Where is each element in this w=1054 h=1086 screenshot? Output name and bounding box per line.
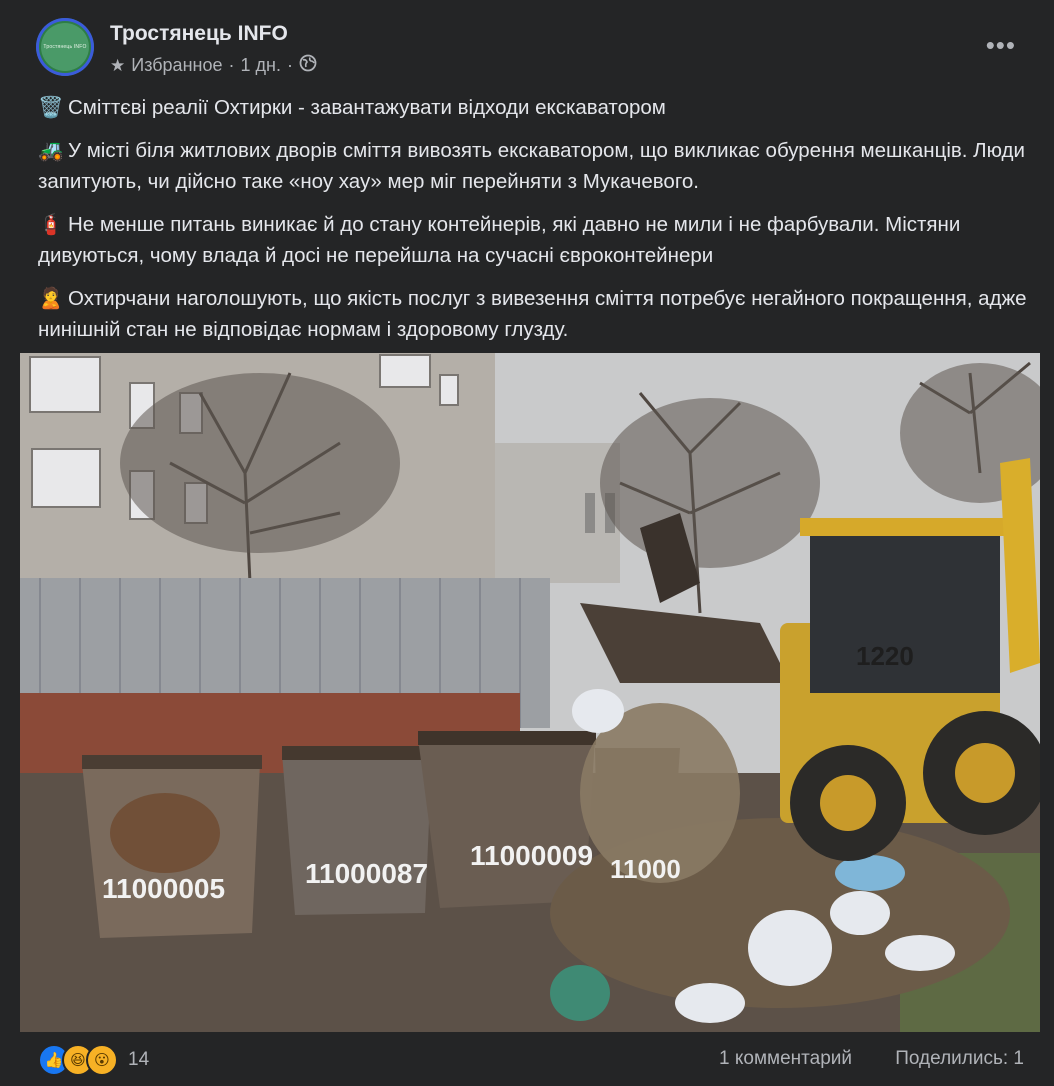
post-time-link[interactable]: 1 дн. <box>240 55 280 76</box>
paragraph-text: Охтирчани наголошують, що якість послуг … <box>38 287 1027 341</box>
post-paragraph: 🚜 У місті біля житлових дворів сміття вив… <box>38 135 1028 197</box>
loader-label: 1220 <box>856 641 914 671</box>
container-number: 11000005 <box>102 873 225 904</box>
paragraph-text: У місті біля житлових дворів сміття виво… <box>38 139 1025 193</box>
post-paragraph: 🧯 Не менше питань виникає й до стану конт… <box>38 209 1028 271</box>
bin-icon: 🧯 <box>38 213 64 236</box>
garbage-container <box>282 746 434 915</box>
reactions-summary[interactable]: 👍 😆 😮 14 <box>38 1044 149 1076</box>
avatar-logo-text: Тростянець INFO <box>43 44 87 50</box>
post-meta: ★ Избранное · 1 дн. · <box>110 54 317 77</box>
comments-count-link[interactable]: 1 комментарий <box>719 1048 852 1070</box>
paragraph-text: Сміттєві реалії Охтирки - завантажувати … <box>68 96 666 119</box>
page-avatar[interactable]: Тростянець INFO <box>36 18 94 76</box>
post-paragraph: 🗑️ Сміттєві реалії Охтирки - завантажуват… <box>38 92 1028 123</box>
avatar-logo: Тростянець INFO <box>41 23 89 71</box>
meta-separator: · <box>228 55 235 75</box>
post-footer: 👍 😆 😮 14 1 комментарий Поделились: 1 <box>38 1040 1024 1078</box>
shares-count-link[interactable]: Поделились: 1 <box>895 1048 1024 1070</box>
container-number: 11000009 <box>470 840 593 871</box>
garbage-container <box>82 755 262 938</box>
post-header: Тростянець INFO Тростянець INFO ★ Избран… <box>36 18 1034 82</box>
page-name-link[interactable]: Тростянець INFO <box>110 22 288 46</box>
meta-separator: · <box>286 55 293 75</box>
star-icon: ★ <box>110 55 126 75</box>
post-paragraph: 🙎 Охтирчани наголошують, що якість послуг… <box>38 283 1028 345</box>
container-number: 11000 <box>610 854 681 884</box>
post-card: Тростянець INFO Тростянець INFO ★ Избран… <box>0 0 1054 1086</box>
reaction-count: 14 <box>128 1049 150 1070</box>
more-options-icon[interactable]: ••• <box>986 30 1016 61</box>
tractor-icon: 🚜 <box>38 139 64 162</box>
post-text: 🗑️ Сміттєві реалії Охтирки - завантажуват… <box>38 92 1028 357</box>
container-number: 11000087 <box>305 858 428 889</box>
paragraph-text: Не менше питань виникає й до стану конте… <box>38 213 961 267</box>
post-photo[interactable]: 1220 11000005 11000087 11000009 11000 <box>20 353 1040 1032</box>
globe-icon[interactable] <box>299 54 317 77</box>
favorite-label: Избранное <box>131 55 223 75</box>
wastebasket-icon: 🗑️ <box>38 96 64 119</box>
wow-icon: 😮 <box>86 1044 118 1076</box>
person-pouting-icon: 🙎 <box>38 287 64 310</box>
